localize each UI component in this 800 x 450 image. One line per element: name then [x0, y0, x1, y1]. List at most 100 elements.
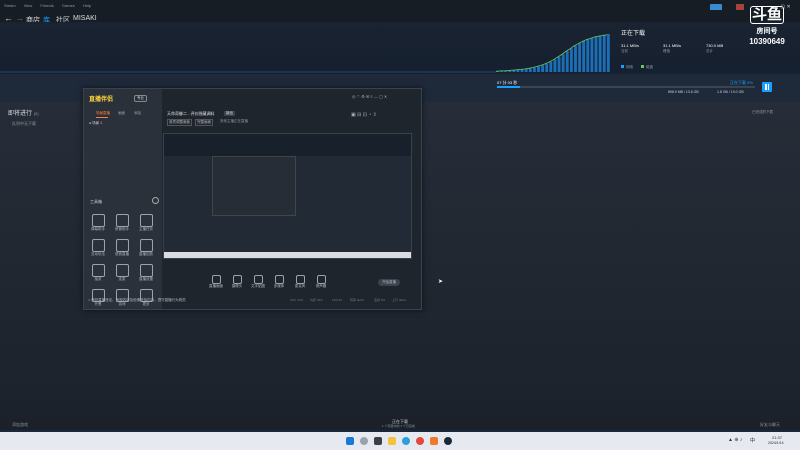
- mouse-cursor: ➤: [438, 279, 444, 285]
- tab-scene-live[interactable]: 场景直播: [96, 111, 110, 116]
- control-icon[interactable]: [254, 275, 263, 284]
- legend-network: 网络: [621, 65, 633, 70]
- menu-games[interactable]: Games: [62, 3, 75, 8]
- tool-icon[interactable]: [92, 214, 105, 227]
- pause-button[interactable]: [762, 82, 772, 92]
- task-view-icon[interactable]: [374, 437, 382, 445]
- status-drop: 丢帧 0%: [374, 298, 386, 302]
- steam-footer: 添加游戏 正在下载 1 个项目中的 1 个已完成 好友与聊天: [0, 418, 800, 430]
- graph-bar: [606, 34, 610, 72]
- tool-icon[interactable]: [140, 239, 153, 252]
- control-icon[interactable]: [233, 275, 242, 284]
- tool-label: 主播任务: [139, 227, 153, 231]
- control-label: 扬声器: [315, 284, 327, 288]
- graph-bar: [561, 54, 565, 72]
- control-icon[interactable]: [275, 275, 284, 284]
- preview-nested-window: [212, 156, 296, 216]
- start-icon[interactable]: [346, 437, 354, 445]
- stat-peak-value: 31.1 MB/s: [663, 43, 682, 48]
- status-fps: FPS 60: [332, 298, 343, 302]
- completed-downloads-label[interactable]: 已完成的下载: [752, 110, 773, 115]
- info-icon[interactable]: [152, 197, 159, 204]
- tray-icons[interactable]: ▲ ⊕ ♪: [728, 437, 742, 443]
- tool-icon[interactable]: [116, 239, 129, 252]
- tool-label: 直播设置: [139, 277, 153, 281]
- stat-total-label: 总计: [706, 49, 713, 53]
- control-label: 摄像头: [231, 284, 243, 288]
- graph-bar: [586, 38, 590, 72]
- queue-empty-text: 队列中无下载: [12, 121, 36, 126]
- status-cpu: CPU 12%: [290, 298, 304, 302]
- steam-taskbar-icon[interactable]: [444, 437, 452, 445]
- pause-icon: [765, 84, 767, 90]
- tab-screen[interactable]: 画面: [118, 111, 125, 116]
- control-icon[interactable]: [317, 275, 326, 284]
- control-label: 麦克风: [294, 284, 306, 288]
- tool-label: 弹幕助手: [91, 227, 105, 231]
- graph-bar: [528, 68, 532, 72]
- menu-view[interactable]: View: [24, 3, 33, 8]
- start-stream-button[interactable]: 开始直播: [378, 279, 400, 286]
- tool-icon[interactable]: [140, 214, 153, 227]
- tool-label: 语音直播: [115, 252, 129, 256]
- graph-bar: [590, 37, 594, 72]
- streaming-companion-window: 直播伴侣 专业 场景直播 画面 添加 ● 场景 1 工具箱 弹幕助手 房管助手 主播…: [83, 88, 422, 310]
- scene-item[interactable]: ● 场景 1: [89, 121, 102, 126]
- tool-icon[interactable]: [140, 264, 153, 277]
- tag-other-streamers: 其他主播正在直播: [220, 119, 248, 123]
- menu-steam[interactable]: Steam: [4, 3, 16, 8]
- nav-profile[interactable]: MISAKI: [73, 15, 97, 22]
- menu-friends[interactable]: Friends: [40, 3, 53, 8]
- status-mem: 内存 45%: [310, 298, 323, 302]
- steam-menubar: Steam View Friends Games Help — ▢ ✕: [0, 0, 800, 12]
- graph-bar: [541, 65, 545, 72]
- tag-full-screen[interactable]: 完整画面: [195, 119, 213, 126]
- graph-bar: [532, 67, 536, 72]
- input-language[interactable]: 中: [750, 437, 755, 444]
- tool-label: 直播回放: [139, 252, 153, 256]
- preview-taskbar: [164, 252, 411, 258]
- friends-chat-button[interactable]: 好友与聊天: [760, 422, 780, 428]
- control-label: 多媒体: [273, 284, 285, 288]
- download-title: 正在下载: [621, 31, 646, 37]
- queue-heading: 即将进行 (0): [8, 111, 39, 117]
- stat-total-value: 730.0 MB: [706, 43, 724, 48]
- pro-badge: 专业: [134, 95, 147, 102]
- window-title: 天命奇御二 - 评价隐藏调料: [167, 111, 215, 116]
- graph-bar: [569, 48, 573, 72]
- download-header: 正在下载 31.1 MB/s 当前 31.1 MB/s 峰值 730.0 MB …: [0, 22, 800, 74]
- tool-icon[interactable]: [92, 264, 105, 277]
- menu-help[interactable]: Help: [83, 3, 91, 8]
- add-game-button[interactable]: 添加游戏: [12, 422, 28, 428]
- explorer-icon[interactable]: [388, 437, 396, 445]
- tool-icon[interactable]: [116, 264, 129, 277]
- tool-icon[interactable]: [116, 214, 129, 227]
- graph-bar: [602, 34, 606, 72]
- stat-peak-label: 峰值: [663, 49, 670, 53]
- search-icon[interactable]: [360, 437, 368, 445]
- control-icon[interactable]: [212, 275, 221, 284]
- downloaded-amount: 898.9 MB / 13.6 GB: [668, 90, 699, 94]
- tool-label: 连麦: [118, 277, 126, 281]
- graph-bar: [598, 35, 602, 72]
- clock-time[interactable]: 21:37: [772, 435, 782, 440]
- progress-fill: [497, 86, 521, 88]
- companion-window-controls[interactable]: ◎ ♡ ⚙ ✉ ≡ — ▢ ✕: [352, 94, 387, 99]
- tool-icon[interactable]: [92, 239, 105, 252]
- app-icon[interactable]: [430, 437, 438, 445]
- compliance-notice: ● 请勿直播违法、违规内容及色情低俗内容，遵守直播行为规范: [88, 298, 186, 302]
- graph-bar: [553, 59, 557, 72]
- companion-sidebar: 直播伴侣 专业 场景直播 画面 添加 ● 场景 1 工具箱 弹幕助手 房管助手 主播…: [84, 89, 162, 309]
- companion-main: 天命奇御二 - 评价隐藏调料 新品 音质调整面板 完整画面 其他主播正在直播 ◎…: [162, 89, 421, 309]
- tab-add[interactable]: 添加: [134, 111, 141, 116]
- browser-icon[interactable]: [402, 437, 410, 445]
- clock-date[interactable]: 2024/1/14: [768, 441, 784, 445]
- tag-audio[interactable]: 音质调整面板: [167, 119, 192, 126]
- disk-amount: 1.8 GB / 19.0 GB: [717, 90, 744, 94]
- chrome-icon[interactable]: [416, 437, 424, 445]
- graph-bar: [565, 51, 569, 72]
- toolbar-icons[interactable]: ▣ ⊟ ⊡ ◔ ⇪: [351, 112, 377, 118]
- status-bitrate: 码率 0kb/s: [350, 298, 365, 302]
- control-icon[interactable]: [296, 275, 305, 284]
- preview-steam-header: [164, 134, 411, 156]
